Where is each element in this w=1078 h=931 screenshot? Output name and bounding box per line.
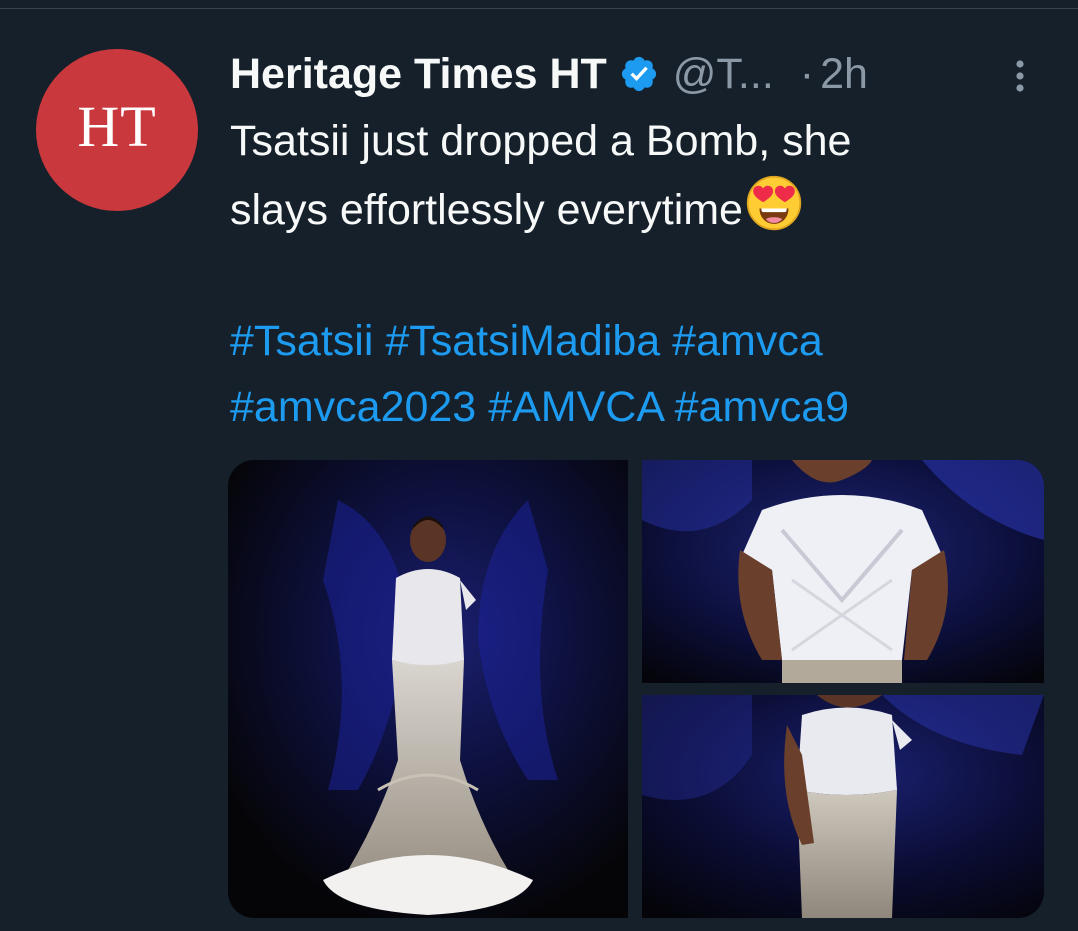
hashtags: #Tsatsii #TsatsiMadiba #amvca #amvca2023… (230, 308, 1050, 440)
tweet[interactable]: HT Heritage Times HT @T... · 2h Tsatsii … (0, 0, 1078, 931)
avatar-logo-text: HT (77, 93, 157, 159)
hashtag-link[interactable]: #amvca (672, 317, 823, 365)
hashtags-line-2: #amvca2023 #AMVCA #amvca9 (230, 374, 1050, 440)
tweet-text-line-2-text: slays effortlessly everytime (230, 186, 743, 234)
hashtags-line-1: #Tsatsii #TsatsiMadiba #amvca (230, 308, 1050, 374)
user-handle[interactable]: @T... (673, 50, 774, 99)
tweet-text-line-1: Tsatsii just dropped a Bomb, she (230, 117, 852, 165)
timestamp[interactable]: 2h (820, 50, 868, 99)
hashtag-link[interactable]: #TsatsiMadiba (385, 317, 660, 365)
photo-bodice-closeup[interactable] (642, 460, 1044, 683)
separator-dot: · (799, 49, 815, 98)
tweet-text-line-2: slays effortlessly everytime (230, 174, 1030, 243)
hashtag-link[interactable]: #AMVCA (488, 383, 662, 431)
photo-mid-shot[interactable] (642, 695, 1044, 918)
avatar[interactable]: HT (36, 49, 198, 211)
verified-badge-icon (621, 56, 656, 92)
hashtag-link[interactable]: #amvca2023 (230, 383, 476, 431)
hashtag-link[interactable]: #Tsatsii (230, 317, 373, 365)
display-name[interactable]: Heritage Times HT (230, 50, 607, 99)
more-options-icon[interactable] (1004, 58, 1036, 94)
photo-full-length[interactable] (228, 460, 628, 918)
tweet-text: Tsatsii just dropped a Bomb, she slays e… (230, 108, 1030, 243)
hashtag-link[interactable]: #amvca9 (675, 383, 849, 431)
media-grid (228, 460, 1044, 918)
tweet-header: Heritage Times HT @T... · 2h (230, 44, 868, 104)
heart-eyes-emoji-icon (746, 175, 802, 231)
